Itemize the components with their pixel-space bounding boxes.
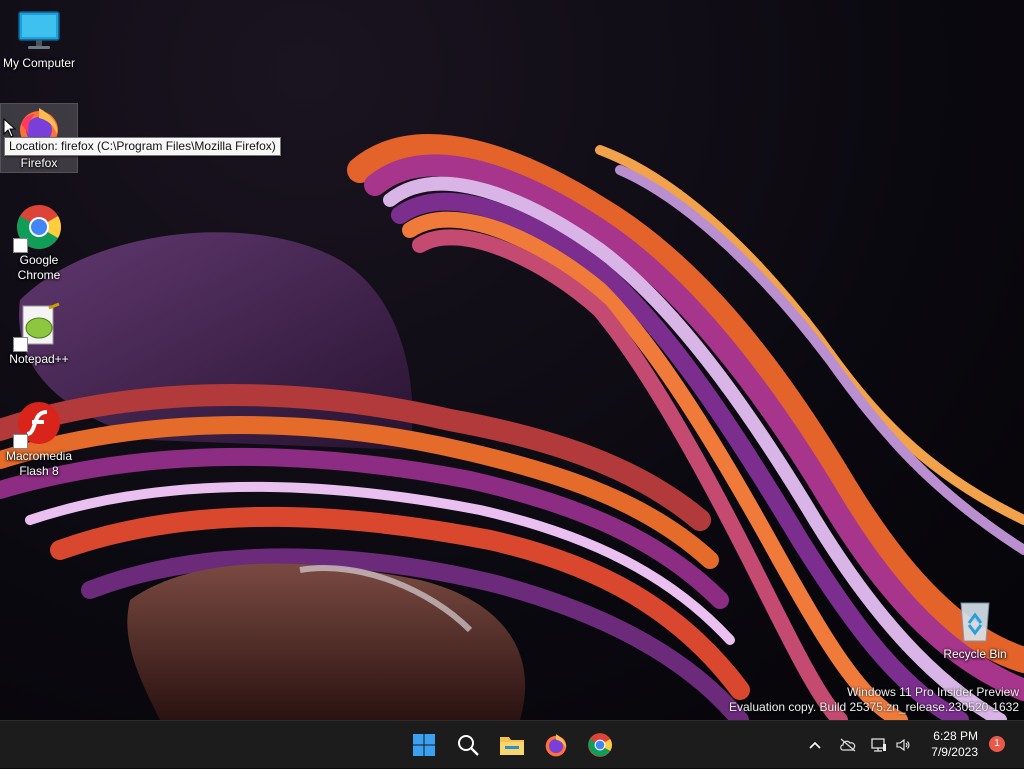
desktop-icon-label: Firefox <box>20 156 58 170</box>
desktop-icon-notepadpp[interactable]: Notepad++ <box>1 302 77 367</box>
cloud-off-icon <box>840 738 856 752</box>
network-button[interactable] <box>868 721 890 769</box>
flash-icon <box>13 399 63 449</box>
wallpaper <box>0 134 1024 720</box>
network-icon <box>871 738 886 752</box>
volume-icon <box>896 738 910 752</box>
shortcut-arrow-icon <box>13 337 28 352</box>
desktop-icon-label: Recycle Bin <box>943 647 1007 661</box>
desktop-icon-macromedia-flash[interactable]: Macromedia Flash 8 <box>1 399 77 479</box>
file-explorer-button[interactable] <box>492 725 532 765</box>
file-explorer-icon <box>500 737 524 755</box>
shortcut-arrow-icon <box>13 238 28 253</box>
volume-button[interactable] <box>892 721 914 769</box>
recycle-bin-icon <box>951 597 999 645</box>
shortcut-arrow-icon <box>13 434 28 449</box>
mouse-cursor-icon <box>3 118 17 138</box>
desktop[interactable]: My Computer Firefox Google Chrome Notepa… <box>0 0 1024 720</box>
chrome-icon <box>13 203 63 253</box>
notification-badge[interactable]: 1 <box>989 736 1005 752</box>
search-icon <box>458 735 479 756</box>
watermark-line-1: Windows 11 Pro Insider Preview <box>847 685 1019 699</box>
desktop-icon-recycle-bin[interactable]: Recycle Bin <box>937 597 1013 662</box>
firefox-taskbar-button[interactable] <box>536 725 576 765</box>
chrome-icon <box>588 733 612 757</box>
tooltip: Location: firefox (C:\Program Files\Mozi… <box>4 137 281 156</box>
desktop-icon-google-chrome[interactable]: Google Chrome <box>1 203 77 283</box>
desktop-icon-label: Macromedia Flash 8 <box>5 449 73 478</box>
taskbar: 6:28 PM 7/9/2023 <box>0 720 1024 768</box>
desktop-icon-label: My Computer <box>2 56 76 70</box>
chrome-taskbar-button[interactable] <box>580 725 620 765</box>
desktop-icon-my-computer[interactable]: My Computer <box>1 6 77 71</box>
watermark-line-2: Evaluation copy. Build 25375.zn_release.… <box>729 700 1019 714</box>
show-hidden-icons-button[interactable] <box>804 721 826 769</box>
start-icon <box>413 734 435 756</box>
monitor-icon <box>15 6 63 54</box>
windows-watermark: Windows 11 Pro Insider Preview Evaluatio… <box>729 685 1019 715</box>
notepadpp-icon <box>13 302 63 352</box>
chevron-up-icon <box>809 741 821 749</box>
desktop-icon-label: Notepad++ <box>9 352 69 366</box>
clock[interactable]: 6:28 PM 7/9/2023 <box>931 728 978 760</box>
start-button[interactable] <box>404 725 444 765</box>
clock-time: 6:28 PM <box>933 729 978 743</box>
firefox-icon <box>545 734 567 757</box>
desktop-icon-label: Google Chrome <box>17 253 61 282</box>
clock-date: 7/9/2023 <box>931 745 978 759</box>
search-button[interactable] <box>448 725 488 765</box>
onedrive-status-button[interactable] <box>836 721 860 769</box>
